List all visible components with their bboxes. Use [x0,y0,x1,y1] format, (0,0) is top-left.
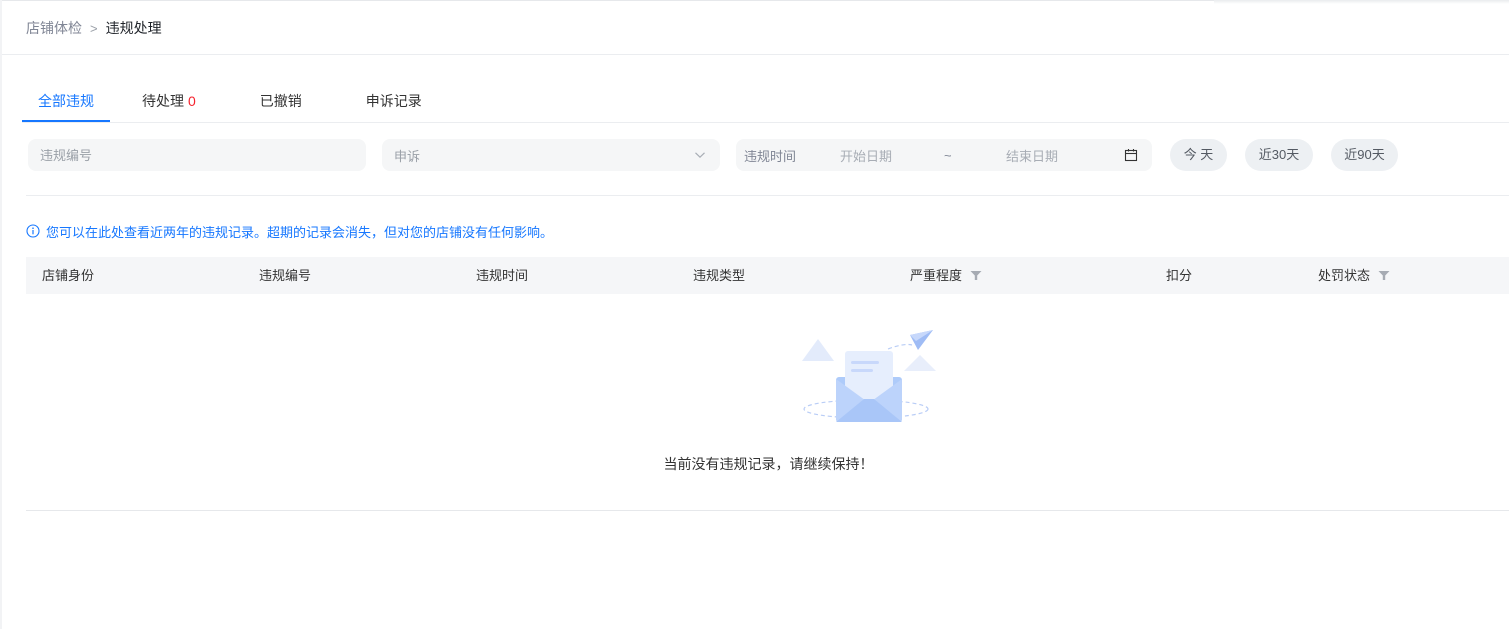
tab-label: 待处理 [142,93,184,109]
tab-bar: 全部违规 待处理 0 已撤销 申诉记录 [22,82,422,122]
quick-90-days-button[interactable]: 近90天 [1331,139,1398,171]
column-severity: 严重程度 [910,257,982,294]
empty-state-text: 当前没有违规记录，请继续保持！ [663,456,874,472]
column-violation-type: 违规类型 [693,268,746,283]
breadcrumb: 店铺体检 > 违规处理 [26,18,162,38]
end-date-input[interactable]: 结束日期 [1006,146,1058,165]
table-header: 店铺身份 违规编号 违规时间 违规类型 严重程度 扣分 处罚状态 [26,257,1509,294]
breadcrumb-separator: > [90,20,98,36]
column-violation-time: 违规时间 [476,268,529,283]
empty-envelope-icon [802,330,936,422]
info-icon [26,224,40,238]
tab-all-violations[interactable]: 全部违规 [22,82,110,122]
info-notice: 您可以在此处查看近两年的违规记录。超期的记录会消失，但对您的店铺没有任何影响。 [26,221,553,241]
quick-today-button[interactable]: 今 天 [1170,139,1227,171]
violation-date-range[interactable]: 违规时间 开始日期 ~ 结束日期 [736,139,1152,171]
calendar-icon[interactable] [1124,148,1138,162]
column-penalty-status: 处罚状态 [1318,257,1390,294]
start-date-input[interactable]: 开始日期 [840,146,892,165]
tab-appeal-records[interactable]: 申诉记录 [366,82,422,122]
column-shop-identity: 店铺身份 [42,268,95,283]
breadcrumb-current: 违规处理 [105,20,162,36]
date-range-label: 违规时间 [744,148,797,164]
quick-30-days-button[interactable]: 近30天 [1245,139,1313,171]
pending-count-badge: 0 [188,93,196,109]
top-right-shadow [1214,0,1509,4]
column-violation-code: 违规编号 [259,268,312,283]
notice-text: 您可以在此处查看近两年的违规记录。超期的记录会消失，但对您的店铺没有任何影响。 [46,224,554,240]
tab-divider [22,122,1509,123]
tab-revoked[interactable]: 已撤销 [260,82,302,122]
column-deduction: 扣分 [1166,268,1193,283]
tab-label: 全部违规 [38,93,94,109]
header-divider [2,54,1509,55]
tab-label: 已撤销 [259,93,302,109]
appeal-select-value: 申诉 [394,148,421,164]
window-left-border [0,0,2,629]
tab-pending[interactable]: 待处理 0 [142,82,196,122]
violation-code-input[interactable] [28,139,366,171]
filter-divider [26,195,1509,196]
tab-label: 申诉记录 [365,93,422,109]
date-range-separator: ~ [944,147,952,163]
table-bottom-divider [26,510,1509,511]
breadcrumb-root[interactable]: 店铺体检 [26,18,82,38]
chevron-down-icon [695,152,705,159]
filter-funnel-icon[interactable] [1378,270,1390,281]
appeal-select[interactable]: 申诉 [382,139,720,171]
filter-funnel-icon[interactable] [970,270,982,281]
